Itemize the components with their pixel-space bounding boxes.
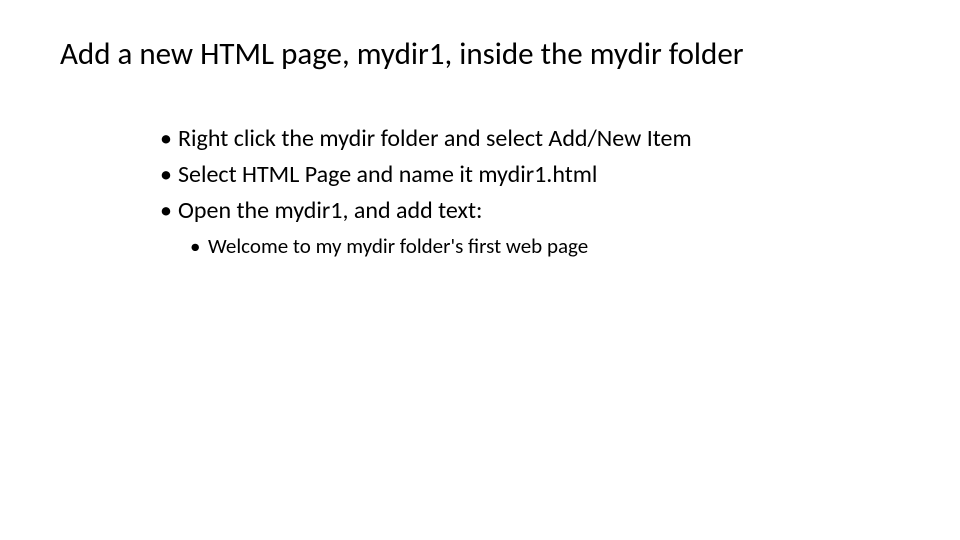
bullet-item: Open the mydir1, and add text: bbox=[160, 193, 900, 229]
bullet-item: Select HTML Page and name it mydir1.html bbox=[160, 157, 900, 193]
sub-bullet-list: Welcome to my mydir folder's first web p… bbox=[160, 231, 900, 263]
slide: Add a new HTML page, mydir1, inside the … bbox=[0, 0, 960, 540]
slide-title: Add a new HTML page, mydir1, inside the … bbox=[60, 35, 900, 73]
bullet-item: Right click the mydir folder and select … bbox=[160, 121, 900, 157]
slide-content: Right click the mydir folder and select … bbox=[60, 121, 900, 263]
sub-bullet-item: Welcome to my mydir folder's first web p… bbox=[190, 231, 900, 263]
bullet-list: Right click the mydir folder and select … bbox=[160, 121, 900, 229]
